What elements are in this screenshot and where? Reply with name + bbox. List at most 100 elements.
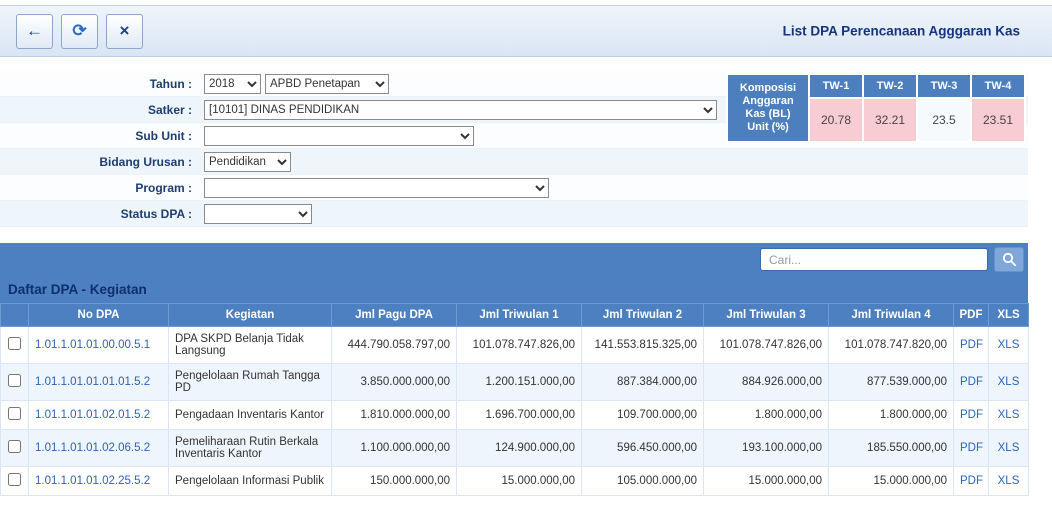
- row-checkbox-cell: [0, 363, 29, 401]
- no-dpa-link[interactable]: 1.01.1.01.01.02.01.5.2: [35, 409, 150, 421]
- dpa-header-row: No DPA Kegiatan Jml Pagu DPA Jml Triwula…: [0, 303, 1029, 327]
- col-header-triwulan-2: Jml Triwulan 2: [581, 303, 704, 327]
- bidang-urusan-select[interactable]: Pendidikan: [204, 151, 291, 172]
- triwulan-3-cell: 884.926.000,00: [703, 363, 829, 401]
- table-row: 1.01.1.01.01.02.01.5.2 Pengadaan Inventa…: [0, 400, 1029, 430]
- filter-row-bidang: Bidang Urusan : Pendidikan: [0, 149, 1028, 175]
- row-checkbox[interactable]: [8, 374, 21, 387]
- tahun-label: Tahun :: [149, 76, 192, 91]
- triwulan-3-cell: 1.800.000,00: [703, 400, 829, 430]
- pagu-cell: 3.850.000.000,00: [331, 363, 457, 401]
- no-dpa-link[interactable]: 1.01.1.01.01.02.25.5.2: [35, 475, 150, 487]
- col-header-triwulan-4: Jml Triwulan 4: [828, 303, 954, 327]
- program-select[interactable]: [204, 177, 549, 198]
- triwulan-2-cell: 109.700.000,00: [581, 400, 704, 430]
- kegiatan-cell: Pemeliharaan Rutin Berkala Inventaris Ka…: [168, 429, 332, 467]
- triwulan-1-cell: 15.000.000,00: [456, 466, 582, 496]
- pdf-link[interactable]: PDF: [960, 475, 983, 487]
- komposisi-title-cell: Komposisi Anggaran Kas (BL) Unit (%): [726, 73, 810, 143]
- no-dpa-cell: 1.01.1.01.01.02.06.5.2: [28, 429, 169, 467]
- xls-cell: XLS: [988, 466, 1029, 496]
- row-checkbox-cell: [0, 326, 29, 364]
- komposisi-col-tw2: TW-2: [862, 73, 918, 99]
- triwulan-4-cell: 101.078.747.820,00: [828, 326, 954, 364]
- komposisi-value-tw1: 20.78: [808, 97, 864, 143]
- triwulan-4-cell: 15.000.000,00: [828, 466, 954, 496]
- page-title: List DPA Perencanaan Agggaran Kas: [782, 23, 1020, 39]
- filter-row-program: Program :: [0, 175, 1028, 201]
- triwulan-1-cell: 1.696.700.000,00: [456, 400, 582, 430]
- apbd-select[interactable]: APBD Penetapan: [265, 73, 389, 94]
- table-row: 1.01.1.01.01.02.06.5.2 Pemeliharaan Ruti…: [0, 429, 1029, 467]
- no-dpa-link[interactable]: 1.01.1.01.01.02.06.5.2: [35, 442, 150, 454]
- pdf-cell: PDF: [953, 363, 989, 401]
- xls-link[interactable]: XLS: [998, 409, 1020, 421]
- no-dpa-cell: 1.01.1.01.01.01.01.5.2: [28, 363, 169, 401]
- table-panel-header: Daftar DPA - Kegiatan: [0, 243, 1028, 303]
- row-checkbox-cell: [0, 466, 29, 496]
- dpa-table-head: No DPA Kegiatan Jml Pagu DPA Jml Triwula…: [0, 303, 1029, 327]
- komposisi-col-tw3: TW-3: [916, 73, 972, 99]
- triwulan-4-cell: 877.539.000,00: [828, 363, 954, 401]
- xls-cell: XLS: [988, 326, 1029, 364]
- triwulan-3-cell: 15.000.000,00: [703, 466, 829, 496]
- row-checkbox-cell: [0, 429, 29, 467]
- xls-link[interactable]: XLS: [998, 475, 1020, 487]
- no-dpa-link[interactable]: 1.01.1.01.01.01.01.5.2: [35, 376, 150, 388]
- subunit-label: Sub Unit :: [135, 128, 192, 143]
- col-header-triwulan-3: Jml Triwulan 3: [703, 303, 829, 327]
- row-checkbox[interactable]: [8, 473, 21, 486]
- col-header-kegiatan: Kegiatan: [168, 303, 332, 327]
- xls-link[interactable]: XLS: [998, 442, 1020, 454]
- top-toolbar: ← ⟳ × List DPA Perencanaan Agggaran Kas: [0, 5, 1052, 57]
- dpa-table: No DPA Kegiatan Jml Pagu DPA Jml Triwula…: [0, 303, 1029, 496]
- xls-link[interactable]: XLS: [998, 339, 1020, 351]
- filter-panel: Tahun : 2018 APBD Penetapan Satker : [10…: [0, 71, 1028, 227]
- pdf-link[interactable]: PDF: [960, 442, 983, 454]
- table-row: 1.01.1.01.01.02.25.5.2 Pengelolaan Infor…: [0, 466, 1029, 496]
- pdf-cell: PDF: [953, 400, 989, 430]
- komposisi-col-tw1: TW-1: [808, 73, 864, 99]
- dpa-table-body: 1.01.1.01.01.00.00.5.1 DPA SKPD Belanja …: [0, 326, 1029, 496]
- row-checkbox[interactable]: [8, 337, 21, 350]
- xls-link[interactable]: XLS: [998, 376, 1020, 388]
- pdf-link[interactable]: PDF: [960, 339, 983, 351]
- triwulan-1-cell: 124.900.000,00: [456, 429, 582, 467]
- no-dpa-cell: 1.01.1.01.01.02.25.5.2: [28, 466, 169, 496]
- col-header-pdf: PDF: [953, 303, 989, 327]
- search-bar: [0, 243, 1028, 276]
- close-icon: ×: [119, 21, 130, 40]
- table-row: 1.01.1.01.01.00.00.5.1 DPA SKPD Belanja …: [0, 326, 1029, 364]
- row-checkbox-cell: [0, 400, 29, 430]
- xls-cell: XLS: [988, 363, 1029, 401]
- triwulan-3-cell: 101.078.747.826,00: [703, 326, 829, 364]
- row-checkbox[interactable]: [8, 407, 21, 420]
- kegiatan-cell: DPA SKPD Belanja Tidak Langsung: [168, 326, 332, 364]
- row-checkbox[interactable]: [8, 440, 21, 453]
- search-icon: [1002, 252, 1016, 267]
- komposisi-value-tw3: 23.5: [916, 97, 972, 143]
- col-header-pagu: Jml Pagu DPA: [331, 303, 457, 327]
- no-dpa-cell: 1.01.1.01.01.00.00.5.1: [28, 326, 169, 364]
- col-header-checkbox: [0, 303, 29, 327]
- no-dpa-cell: 1.01.1.01.01.02.01.5.2: [28, 400, 169, 430]
- kegiatan-cell: Pengelolaan Rumah Tangga PD: [168, 363, 332, 401]
- close-button[interactable]: ×: [106, 13, 143, 49]
- satker-select[interactable]: [10101] DINAS PENDIDIKAN: [204, 99, 717, 120]
- search-input[interactable]: [760, 248, 988, 271]
- pdf-link[interactable]: PDF: [960, 376, 983, 388]
- back-button[interactable]: ←: [16, 13, 53, 49]
- pdf-link[interactable]: PDF: [960, 409, 983, 421]
- refresh-icon: ⟳: [72, 21, 87, 40]
- pdf-cell: PDF: [953, 466, 989, 496]
- triwulan-2-cell: 596.450.000,00: [581, 429, 704, 467]
- status-dpa-select[interactable]: [204, 203, 312, 224]
- refresh-button[interactable]: ⟳: [61, 13, 98, 49]
- tahun-select[interactable]: 2018: [204, 73, 261, 94]
- no-dpa-link[interactable]: 1.01.1.01.01.00.00.5.1: [35, 339, 150, 351]
- search-button[interactable]: [994, 247, 1024, 272]
- triwulan-1-cell: 1.200.151.000,00: [456, 363, 582, 401]
- subunit-select[interactable]: [204, 125, 474, 146]
- back-icon: ←: [26, 21, 43, 40]
- triwulan-2-cell: 887.384.000,00: [581, 363, 704, 401]
